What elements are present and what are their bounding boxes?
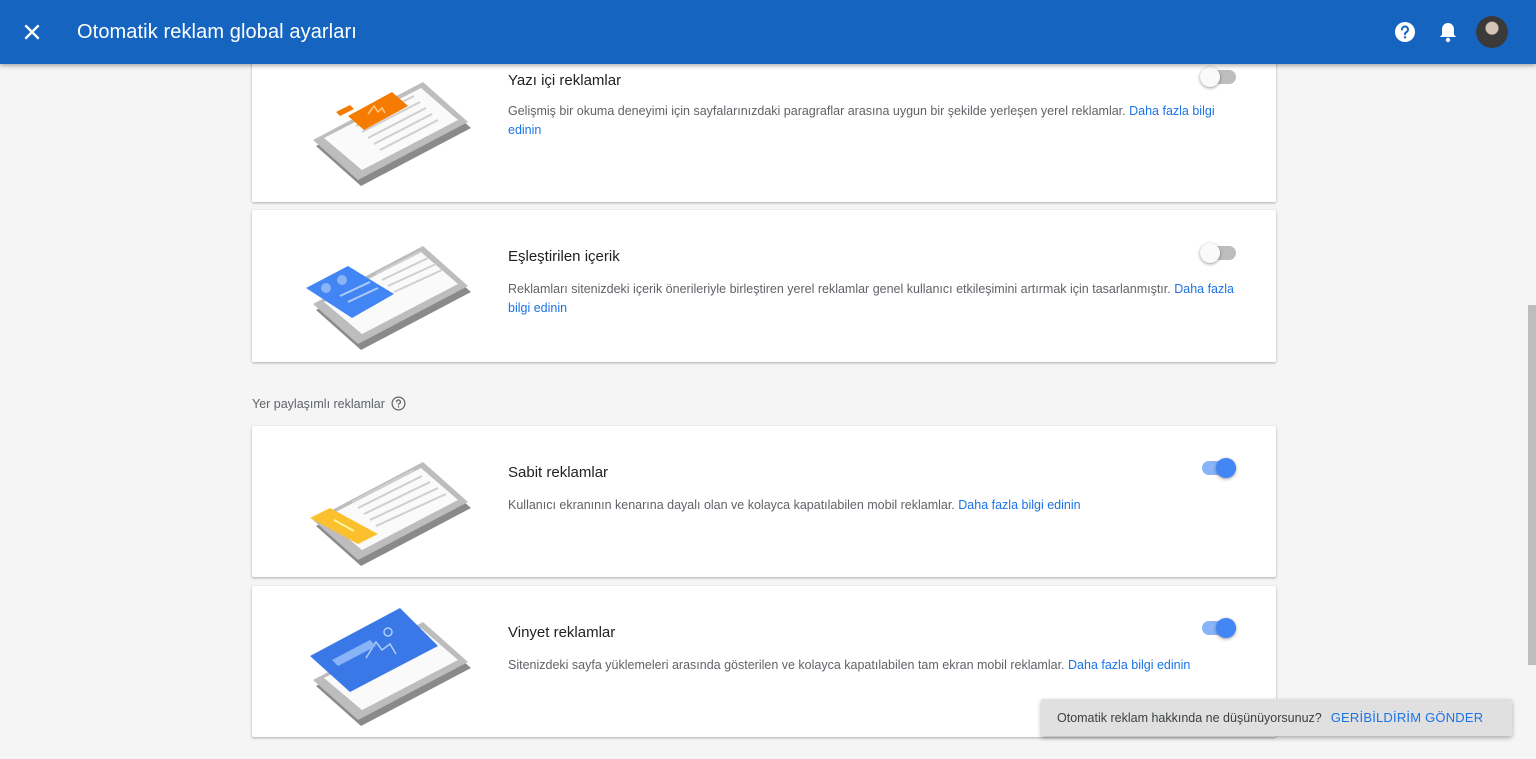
card-description: Sitenizdeki sayfa yüklemeleri arasında g… (508, 658, 1191, 672)
learn-more-link[interactable]: Daha fazla bilgi edinin (1068, 658, 1190, 672)
card-title: Sabit reklamlar (508, 464, 609, 481)
matched-content-toggle[interactable] (1200, 243, 1236, 263)
feedback-message: Otomatik reklam hakkında ne düşünüyorsun… (1057, 710, 1322, 725)
avatar[interactable] (1476, 16, 1508, 48)
top-app-bar: Otomatik reklam global ayarları (0, 0, 1536, 64)
in-article-illustration (313, 82, 471, 186)
card-description: Reklamları sitenizdeki içerik önerileriy… (508, 282, 1234, 315)
card-description: Kullanıcı ekranının kenarına dayalı olan… (508, 498, 1081, 512)
matched-content-illustration (306, 246, 471, 350)
section-label-overlay-ads: Yer paylaşımlı reklamlar (252, 396, 406, 411)
page-title: Otomatik reklam global ayarları (77, 21, 357, 43)
card-title: Vinyet reklamlar (508, 624, 616, 641)
anchor-ads-toggle[interactable] (1200, 458, 1236, 478)
feedback-snackbar: Otomatik reklam hakkında ne düşünüyorsun… (1041, 699, 1512, 736)
card-anchor-ads: Sabit reklamlar Kullanıcı ekranının kena… (252, 426, 1276, 577)
anchor-ads-illustration (310, 462, 471, 566)
help-icon[interactable] (1394, 21, 1416, 43)
card-matched-content: Eşleştirilen içerik Reklamları sitenizde… (252, 210, 1276, 362)
scrollbar-thumb[interactable] (1528, 305, 1536, 665)
vignette-ads-toggle[interactable] (1200, 618, 1236, 638)
help-circle-icon[interactable] (391, 396, 406, 411)
card-description: Gelişmiş bir okuma deneyimi için sayfala… (508, 104, 1215, 137)
card-title: Eşleştirilen içerik (508, 248, 620, 265)
bell-icon[interactable] (1438, 21, 1458, 43)
close-icon[interactable] (20, 20, 44, 44)
card-in-article-ads: Yazı içi reklamlar Gelişmiş bir okuma de… (252, 48, 1276, 202)
send-feedback-button[interactable]: GERİBİLDİRİM GÖNDER (1331, 710, 1484, 725)
vignette-ads-illustration (310, 608, 471, 726)
in-article-ads-toggle[interactable] (1200, 67, 1236, 87)
learn-more-link[interactable]: Daha fazla bilgi edinin (958, 498, 1080, 512)
card-title: Yazı içi reklamlar (508, 72, 622, 89)
main-content: Yazı içi reklamlar Gelişmiş bir okuma de… (0, 48, 1536, 759)
